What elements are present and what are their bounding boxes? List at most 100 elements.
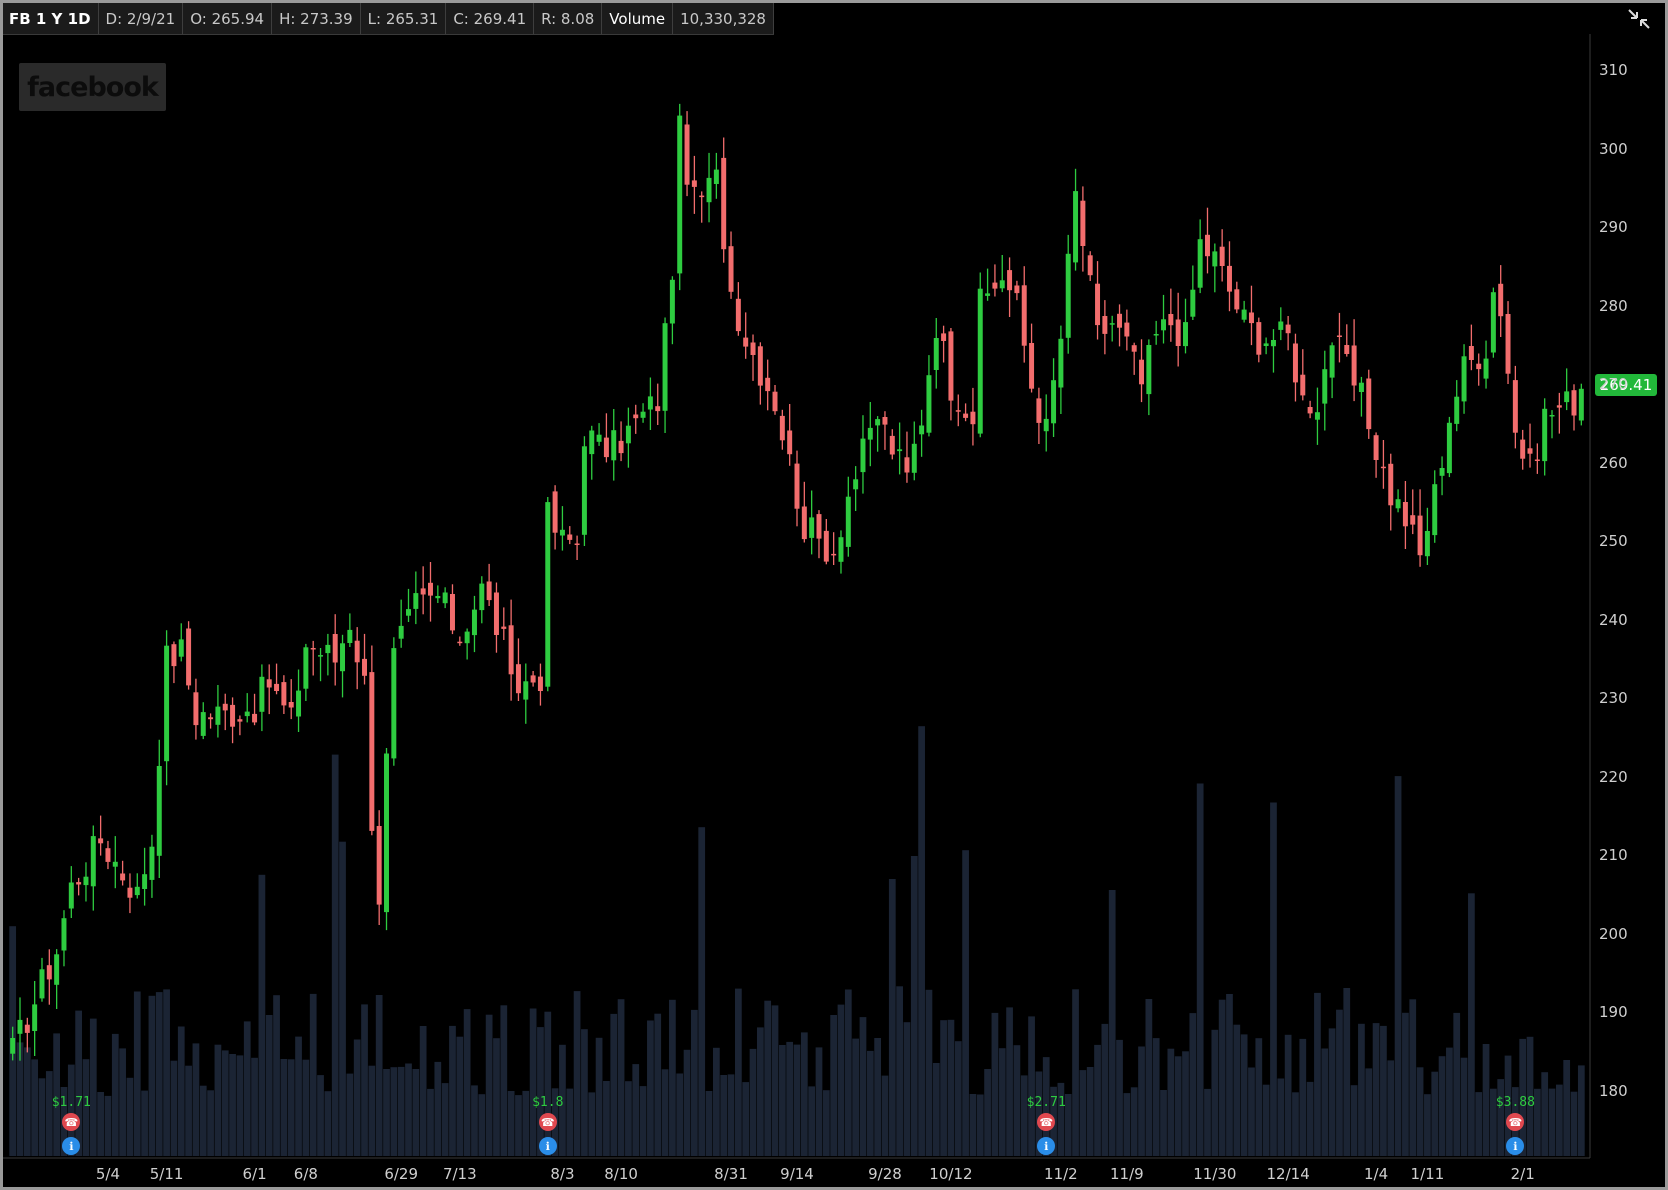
volume-bar (390, 1067, 398, 1156)
volume-bar (720, 1075, 728, 1156)
volume-label[interactable]: Volume (602, 3, 674, 34)
candle-down (552, 491, 558, 533)
candle-up (860, 438, 866, 473)
candle-down (1300, 374, 1306, 396)
volume-bar (141, 1090, 148, 1156)
volume-bar (126, 1077, 134, 1156)
phone-icon[interactable]: ☎ (62, 1113, 81, 1131)
volume-bar (1372, 1023, 1380, 1156)
volume-bar (221, 1050, 229, 1156)
volume-bar (947, 1019, 955, 1156)
candle-down (252, 713, 258, 723)
candle-down (1512, 380, 1518, 433)
date-tick-label: 1/11 (1410, 1165, 1445, 1183)
candle-up (1461, 356, 1467, 402)
candle-down (369, 672, 375, 831)
volume-bar (1020, 1075, 1028, 1156)
volume-bar (1226, 994, 1233, 1156)
volume-bar (515, 1095, 522, 1156)
low-readout: L: 265.31 (361, 3, 447, 34)
volume-bar (1394, 776, 1402, 1156)
volume-bar (771, 1005, 779, 1156)
price-tick-label: 190 (1599, 1003, 1628, 1022)
volume-bar (339, 841, 346, 1156)
candle-down (1505, 314, 1511, 374)
volume-bar (500, 1005, 508, 1156)
candle-down (1336, 335, 1342, 337)
candle-up (142, 874, 148, 889)
candle-down (904, 457, 910, 473)
volume-bar (192, 1043, 200, 1156)
candle-down (1131, 345, 1137, 352)
price-tick-label: 220 (1599, 767, 1628, 786)
expand-collapse-icon[interactable] (1625, 7, 1653, 31)
candle-down (537, 676, 543, 691)
candle-down (787, 430, 793, 455)
lightbulb-icon[interactable]: ℹ (62, 1137, 81, 1155)
candle-up (61, 918, 67, 951)
volume-bar (1123, 1093, 1131, 1156)
candle-down (794, 463, 800, 509)
candle-down (208, 717, 214, 720)
volume-bar (243, 1021, 251, 1156)
range-readout: R: 8.08 (534, 3, 603, 34)
candle-down (567, 534, 573, 540)
date-tick-label: 2/1 (1510, 1165, 1535, 1183)
dividend-label: $1.8 (532, 1095, 564, 1110)
candle-down (428, 582, 433, 596)
volume-bar (691, 1009, 698, 1156)
volume-bar (478, 1094, 486, 1156)
candle-down (699, 195, 705, 198)
lightbulb-icon[interactable]: ℹ (1037, 1137, 1056, 1155)
candle-down (362, 658, 367, 676)
candle-down (633, 414, 639, 419)
candle-down (1468, 346, 1474, 360)
candle-up (647, 396, 653, 410)
volume-bar (38, 1078, 46, 1156)
volume-bar (727, 1074, 735, 1156)
volume-bar (324, 1091, 332, 1156)
volume-bar (1152, 1038, 1160, 1156)
volume-bar (1533, 1088, 1541, 1156)
date-readout: D: 2/9/21 (99, 3, 184, 34)
volume-bar (698, 827, 706, 1156)
candle-up (296, 690, 302, 717)
volume-bar (23, 1047, 31, 1156)
lightbulb-icon[interactable]: ℹ (538, 1137, 557, 1155)
candle-down (765, 377, 771, 392)
candle-down (1168, 314, 1174, 326)
price-chart[interactable] (3, 3, 1665, 1187)
volume-bar (1555, 1084, 1563, 1156)
candle-up (669, 279, 675, 324)
volume-bar (170, 1060, 178, 1156)
volume-bar (976, 1094, 984, 1156)
candle-up (318, 655, 324, 657)
candle-down (127, 887, 133, 898)
candle-up (713, 169, 719, 184)
candle-down (493, 592, 499, 635)
candle-down (1205, 234, 1210, 257)
candle-down (1527, 448, 1533, 454)
volume-bar (566, 1088, 574, 1156)
date-tick-label: 6/29 (384, 1165, 418, 1183)
volume-bar (932, 1063, 940, 1156)
volume-bar (361, 1004, 368, 1156)
volume-bar (1306, 1081, 1314, 1156)
volume-bar (1028, 1016, 1035, 1156)
symbol-label[interactable]: FB 1 Y 1D (3, 3, 99, 34)
phone-icon[interactable]: ☎ (538, 1113, 557, 1131)
candle-up (1549, 415, 1555, 417)
candle-down (1498, 283, 1504, 317)
volume-bar (1277, 1078, 1285, 1156)
volume-bar (1218, 999, 1226, 1156)
candle-up (340, 643, 346, 672)
volume-bar (910, 856, 918, 1156)
phone-icon[interactable]: ☎ (1506, 1113, 1525, 1131)
volume-bar (874, 1038, 881, 1156)
lightbulb-icon[interactable]: ℹ (1506, 1137, 1525, 1155)
candle-down (823, 530, 829, 562)
phone-icon[interactable]: ☎ (1037, 1113, 1056, 1131)
candle-up (919, 425, 925, 435)
candle-down (76, 882, 82, 885)
candle-down (1410, 515, 1416, 525)
